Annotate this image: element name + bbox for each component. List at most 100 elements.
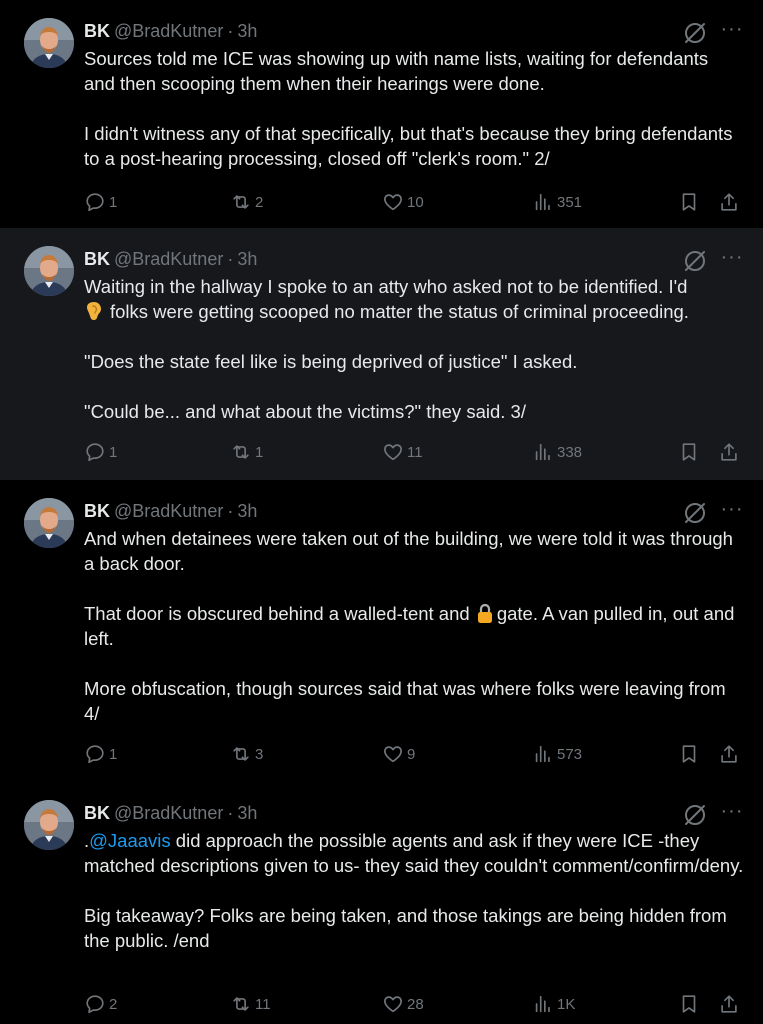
views-icon (532, 191, 554, 213)
author-handle[interactable]: @BradKutner (114, 249, 223, 269)
author-name[interactable]: BK (84, 21, 110, 41)
avatar[interactable] (24, 18, 74, 68)
tweet-paragraph: Waiting in the hallway I spoke to an att… (84, 274, 744, 324)
author-handle[interactable]: @BradKutner (114, 501, 223, 521)
tweet-header: BK @BradKutner · 3h (84, 802, 257, 824)
author-name[interactable]: BK (84, 249, 110, 269)
share-icon (718, 441, 740, 463)
mention-link[interactable]: @Jaaavis (89, 830, 171, 851)
reply-button[interactable]: 2 (84, 990, 117, 1018)
more-icon[interactable]: ··· (720, 496, 744, 522)
like-icon (382, 993, 404, 1015)
avatar[interactable] (24, 800, 74, 850)
bookmark-button[interactable] (678, 188, 700, 216)
separator-dot: · (227, 803, 234, 823)
bookmark-icon (678, 441, 700, 463)
like-count: 28 (407, 995, 424, 1013)
author-handle[interactable]: @BradKutner (114, 803, 223, 823)
bookmark-icon (678, 993, 700, 1015)
bookmark-icon (678, 191, 700, 213)
reply-button[interactable]: 1 (84, 188, 117, 216)
grok-icon[interactable] (682, 802, 708, 828)
repost-icon (230, 191, 252, 213)
author-name[interactable]: BK (84, 501, 110, 521)
tweet-paragraph: And when detainees were taken out of the… (84, 528, 733, 574)
bookmark-button[interactable] (678, 740, 700, 768)
avatar[interactable] (24, 498, 74, 548)
tweet-text: Sources told me ICE was showing up with … (84, 46, 744, 171)
repost-button[interactable]: 1 (230, 438, 263, 466)
action-bar: 1 3 9 573 (84, 740, 744, 768)
repost-button[interactable]: 2 (230, 188, 263, 216)
more-icon[interactable]: ··· (720, 798, 744, 824)
repost-button[interactable]: 3 (230, 740, 263, 768)
tweet-header: BK @BradKutner · 3h (84, 20, 257, 42)
views-icon (532, 441, 554, 463)
share-button[interactable] (718, 740, 740, 768)
views-icon (532, 993, 554, 1015)
text-segment: That door is obscured behind a walled-te… (84, 603, 470, 624)
avatar[interactable] (24, 246, 74, 296)
separator-dot: · (227, 249, 234, 269)
views-count: 338 (557, 443, 583, 461)
tweet-paragraph: Big takeaway? Folks are being taken, and… (84, 905, 727, 951)
views-count: 1K (557, 995, 576, 1013)
views-button[interactable]: 1K (532, 990, 575, 1018)
tweet[interactable]: BK @BradKutner · 3h ··· .@Jaaavis did appro… (0, 782, 763, 1024)
like-button[interactable]: 10 (382, 188, 424, 216)
tweet-text: And when detainees were taken out of the… (84, 526, 744, 726)
tweet-paragraph: "Could be... and what about the victims?… (84, 401, 526, 422)
views-count: 573 (557, 745, 583, 763)
like-count: 10 (407, 193, 424, 211)
bookmark-button[interactable] (678, 990, 700, 1018)
share-button[interactable] (718, 188, 740, 216)
timestamp[interactable]: 3h (237, 249, 257, 269)
timestamp[interactable]: 3h (237, 803, 257, 823)
reply-icon (84, 441, 106, 463)
like-button[interactable]: 28 (382, 990, 424, 1018)
timestamp[interactable]: 3h (237, 501, 257, 521)
views-button[interactable]: 338 (532, 438, 582, 466)
views-count: 351 (557, 193, 583, 211)
action-bar: 1 1 11 338 (84, 438, 744, 466)
more-icon[interactable]: ··· (720, 244, 744, 270)
grok-icon[interactable] (682, 500, 708, 526)
repost-count: 1 (255, 443, 264, 461)
tweet[interactable]: BK @BradKutner · 3h ··· And when detainees … (0, 480, 763, 782)
tweet-paragraph: More obfuscation, though sources said th… (84, 678, 726, 724)
views-button[interactable]: 351 (532, 188, 582, 216)
share-icon (718, 191, 740, 213)
grok-icon[interactable] (682, 20, 708, 46)
repost-button[interactable]: 11 (230, 990, 271, 1018)
share-button[interactable] (718, 438, 740, 466)
separator-dot: · (227, 501, 234, 521)
author-handle[interactable]: @BradKutner (114, 21, 223, 41)
more-icon[interactable]: ··· (720, 16, 744, 42)
grok-icon[interactable] (682, 248, 708, 274)
share-icon (718, 993, 740, 1015)
repost-count: 2 (255, 193, 264, 211)
timestamp[interactable]: 3h (237, 21, 257, 41)
ear-emoji (84, 300, 104, 322)
like-button[interactable]: 11 (382, 438, 423, 466)
reply-button[interactable]: 1 (84, 438, 117, 466)
author-name[interactable]: BK (84, 803, 110, 823)
tweet-header: BK @BradKutner · 3h (84, 500, 257, 522)
bookmark-icon (678, 743, 700, 765)
like-icon (382, 743, 404, 765)
repost-count: 3 (255, 745, 264, 763)
text-segment: did approach the possible agents and ask… (84, 830, 744, 876)
views-icon (532, 743, 554, 765)
tweet[interactable]: BK @BradKutner · 3h ··· Sources told me ICE… (0, 0, 763, 228)
reply-button[interactable]: 1 (84, 740, 117, 768)
tweet-header: BK @BradKutner · 3h (84, 248, 257, 270)
tweet-text: Waiting in the hallway I spoke to an att… (84, 274, 744, 424)
like-icon (382, 441, 404, 463)
text-segment: Waiting in the hallway I spoke to an att… (84, 276, 688, 297)
bookmark-button[interactable] (678, 438, 700, 466)
share-button[interactable] (718, 990, 740, 1018)
tweet[interactable]: BK @BradKutner · 3h ··· Waiting in the hall… (0, 228, 763, 480)
like-button[interactable]: 9 (382, 740, 415, 768)
views-button[interactable]: 573 (532, 740, 582, 768)
repost-icon (230, 743, 252, 765)
